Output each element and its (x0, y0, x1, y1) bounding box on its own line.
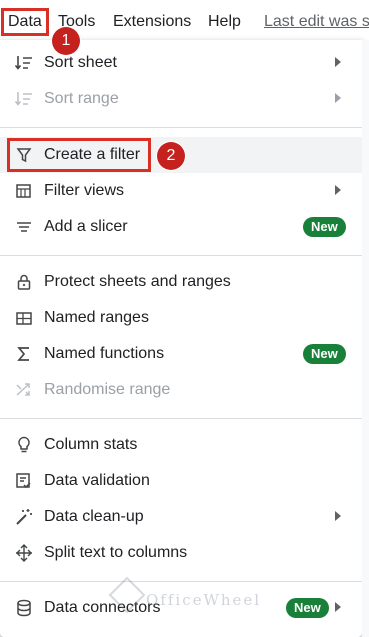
menu-item-named-functions[interactable]: Named functions New (0, 336, 362, 372)
menu-item-column-stats[interactable]: Column stats (0, 427, 362, 463)
menu-item-label: Data connectors (44, 599, 161, 616)
submenu-arrow-icon (335, 185, 341, 195)
filter-views-icon (14, 181, 34, 201)
menu-item-label: Sort sheet (44, 54, 117, 71)
menu-item-label: Filter views (44, 182, 125, 199)
new-badge: New (303, 217, 346, 237)
database-icon (14, 598, 34, 618)
validation-icon (14, 471, 34, 491)
menu-item-label: Sort range (44, 90, 119, 107)
new-badge: New (286, 598, 329, 618)
submenu-arrow-icon (335, 93, 341, 103)
data-menu-highlight-box (1, 8, 49, 36)
magic-wand-icon (14, 507, 34, 527)
submenu-arrow-icon (335, 602, 341, 612)
data-dropdown-menu: Sort sheet Sort range Create a filter Fi… (0, 40, 362, 637)
menu-divider (0, 255, 362, 256)
menu-item-label: Split text to columns (44, 544, 188, 561)
menu-item-sort-sheet[interactable]: Sort sheet (0, 45, 362, 81)
menu-help[interactable]: Help (208, 12, 241, 32)
menu-item-label: Named functions (44, 345, 165, 362)
create-filter-highlight-box (7, 138, 151, 172)
watermark-text: OfficeWheel (146, 591, 262, 609)
menu-item-filter-views[interactable]: Filter views (0, 173, 362, 209)
menu-item-protect-sheets[interactable]: Protect sheets and ranges (0, 264, 362, 300)
sigma-icon (14, 344, 34, 364)
menu-divider (0, 581, 362, 582)
slicer-icon (14, 217, 34, 237)
menu-item-data-validation[interactable]: Data validation (0, 463, 362, 499)
sort-range-icon (14, 89, 34, 109)
lock-icon (14, 272, 34, 292)
menu-item-data-cleanup[interactable]: Data clean-up (0, 499, 362, 535)
shuffle-icon (14, 380, 34, 400)
split-icon (14, 543, 34, 563)
sheet-edge (362, 40, 369, 637)
callout-badge-1: 1 (52, 27, 80, 55)
menu-extensions[interactable]: Extensions (113, 12, 191, 32)
menu-item-sort-range: Sort range (0, 81, 362, 117)
menu-item-label: Data validation (44, 472, 150, 489)
sort-icon (14, 53, 34, 73)
submenu-arrow-icon (335, 57, 341, 67)
menu-item-add-slicer[interactable]: Add a slicer New (0, 209, 362, 245)
menu-item-label: Data clean-up (44, 508, 144, 525)
menu-item-label: Column stats (44, 436, 138, 453)
last-edit-link[interactable]: Last edit was s (264, 12, 369, 32)
menu-item-split-text[interactable]: Split text to columns (0, 535, 362, 571)
callout-badge-2: 2 (157, 142, 185, 170)
new-badge: New (303, 344, 346, 364)
menu-item-label: Protect sheets and ranges (44, 273, 231, 290)
menu-item-named-ranges[interactable]: Named ranges (0, 300, 362, 336)
menu-item-label: Add a slicer (44, 218, 128, 235)
menu-item-label: Randomise range (44, 381, 171, 398)
submenu-arrow-icon (335, 511, 341, 521)
lightbulb-icon (14, 435, 34, 455)
menu-item-randomise-range: Randomise range (0, 372, 362, 408)
menu-divider (0, 418, 362, 419)
menu-item-label: Named ranges (44, 309, 149, 326)
named-ranges-icon (14, 308, 34, 328)
menu-divider (0, 127, 362, 128)
